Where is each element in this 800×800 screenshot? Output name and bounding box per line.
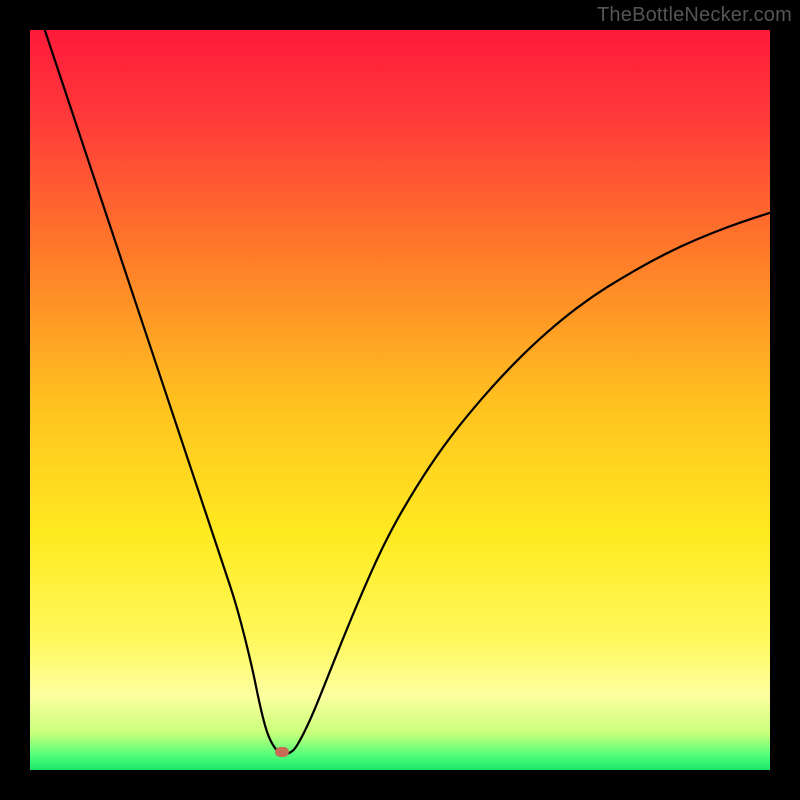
curve-path	[45, 30, 770, 755]
bottleneck-curve	[30, 30, 770, 770]
attribution-text: TheBottleNecker.com	[597, 4, 792, 27]
chart-frame: TheBottleNecker.com	[0, 0, 800, 800]
plot-area	[30, 30, 770, 770]
optimal-marker	[275, 747, 289, 757]
